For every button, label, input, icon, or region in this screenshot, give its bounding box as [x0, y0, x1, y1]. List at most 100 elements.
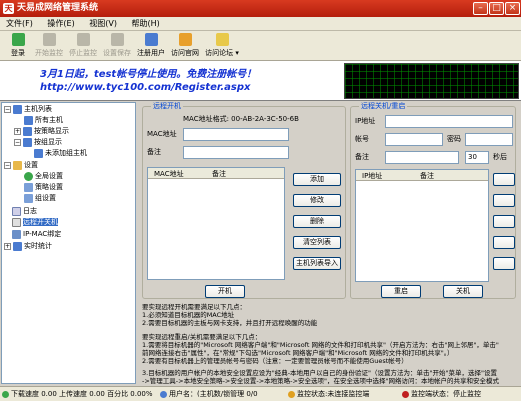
monitor-run-status: 监控端状态：停止监控: [402, 389, 481, 399]
status-bar: 下载速度 0.00 上传速度 0.00 百分比 0.00% 用户名：(主机数/锁…: [0, 386, 521, 401]
account-label: 帐号: [355, 135, 369, 143]
shutdown-note-label: 备注: [355, 153, 369, 161]
power-icon: [12, 217, 21, 227]
tree-item-by-group[interactable]: − 按组显示: [14, 137, 62, 147]
tree-item-all-hosts[interactable]: 所有主机: [24, 115, 63, 125]
stop-status-icon: [402, 390, 409, 398]
computer-icon: [23, 126, 32, 136]
toolbar: 登录 开始监控 停止监控 设置保存 注册用户 访问官网 访问论坛 ▾: [0, 31, 521, 61]
stop-monitor-button[interactable]: 停止监控: [68, 33, 98, 59]
menu-file[interactable]: 文件(F): [0, 17, 39, 31]
col-ip[interactable]: IP地址: [362, 171, 382, 181]
tree-item-host-list[interactable]: − 主机列表: [4, 104, 52, 114]
banner-link[interactable]: http://www.tyc100.com/Register.aspx: [40, 82, 250, 93]
official-site-button[interactable]: 访问官网: [170, 33, 200, 59]
start-monitor-button[interactable]: 开始监控: [34, 33, 64, 59]
shutdown-add-button[interactable]: [493, 173, 515, 186]
col-shutdown-note[interactable]: 备注: [420, 171, 434, 181]
info-text-7: 2.需要有目标机器上的管理员帐号与密码（注意：一定要管理员帐号而不能使用Gues…: [142, 357, 408, 365]
play-icon: [42, 33, 56, 46]
remote-power-panel: 远程开机 MAC地址格式: 00-AB-2A-3C-50-6B MAC地址 备注…: [138, 101, 519, 385]
menu-help[interactable]: 帮助(H): [126, 17, 166, 31]
menu-bar: 文件(F) 操作(E) 视图(V) 帮助(H): [0, 17, 521, 31]
remote-shutdown-group: 远程关机/重启 IP地址 帐号 密码 备注 30 秒后 IP地址 备注 重启 关…: [350, 101, 516, 299]
edit-button[interactable]: 修改: [293, 194, 341, 207]
collapse-icon: −: [4, 161, 11, 169]
mac-list[interactable]: MAC地址 备注: [147, 167, 285, 280]
window-title-bar: 天 天易成网络管理系统: [0, 0, 521, 17]
network-icon: [12, 229, 21, 239]
traffic-status: 下载速度 0.00 上传速度 0.00 百分比 0.00%: [2, 389, 153, 399]
dropdown-arrow-icon: ▾: [233, 49, 239, 57]
mac-format-hint: MAC地址格式: 00-AB-2A-3C-50-6B: [183, 115, 299, 123]
group-icon: [24, 193, 33, 203]
computer-icon: [24, 115, 33, 125]
tree-item-ip-mac[interactable]: IP-MAC绑定: [12, 229, 61, 239]
shutdown-delete-button[interactable]: [493, 215, 515, 228]
log-icon: [12, 206, 21, 216]
import-hosts-button[interactable]: 主机列表导入: [293, 257, 341, 270]
app-icon: 天: [3, 3, 14, 14]
shutdown-import-button[interactable]: [493, 257, 515, 270]
info-text-2: 1.必须知道目标机器的MAC地址: [142, 311, 235, 319]
account-input[interactable]: [385, 133, 443, 146]
expand-icon: +: [14, 127, 21, 135]
menu-operate[interactable]: 操作(E): [41, 17, 80, 31]
computer-icon: [23, 137, 32, 147]
expand-icon: +: [4, 242, 11, 250]
boot-note-input[interactable]: [183, 146, 289, 159]
warning-icon: [288, 390, 295, 398]
ip-input[interactable]: [385, 115, 513, 128]
register-button[interactable]: 注册用户: [136, 33, 166, 59]
clear-list-button[interactable]: 清空列表: [293, 236, 341, 249]
chart-icon: [13, 241, 22, 251]
traffic-monitor-graph: [344, 63, 519, 99]
tree-item-policy-settings[interactable]: 策略设置: [24, 182, 63, 192]
shutdown-edit-button[interactable]: [493, 194, 515, 207]
shutdown-note-input[interactable]: [385, 151, 459, 164]
network-status-icon: [2, 390, 9, 398]
login-icon: [11, 33, 25, 46]
tree-item-remote-power[interactable]: 远程开关机: [12, 217, 58, 227]
user-status-icon: [160, 390, 167, 398]
banner-notice: 3月1日起，test帐号停止使用。免费注册帐号！: [40, 69, 257, 80]
info-text-8: 3.目标机器的用户帐户的本地安全设置应设为"经典-本地用户以自己的身份验证"（设…: [142, 369, 497, 377]
maximize-button[interactable]: □: [489, 2, 504, 15]
save-icon: [110, 33, 124, 46]
col-mac[interactable]: MAC地址: [154, 169, 184, 179]
tree-item-by-policy[interactable]: + 按策略显示: [14, 126, 69, 136]
add-button[interactable]: 添加: [293, 173, 341, 186]
tree-item-settings[interactable]: − 设置: [4, 160, 38, 170]
save-settings-button[interactable]: 设置保存: [102, 33, 132, 59]
tree-item-realtime[interactable]: + 实时统计: [4, 241, 52, 251]
minimize-button[interactable]: –: [473, 2, 488, 15]
shutdown-button[interactable]: 关机: [443, 285, 483, 298]
policy-icon: [24, 182, 33, 192]
menu-view[interactable]: 视图(V): [83, 17, 123, 31]
close-button[interactable]: ×: [505, 2, 520, 15]
home-icon: [178, 33, 192, 46]
delete-button[interactable]: 删除: [293, 215, 341, 228]
collapse-icon: −: [14, 138, 21, 146]
password-input[interactable]: [465, 133, 513, 146]
tree-item-log[interactable]: 日志: [12, 206, 37, 216]
info-text-5: 1.需要将目标机器的"Microsoft 网络客户端"和"Microsoft 网…: [142, 341, 499, 349]
collapse-icon: −: [4, 105, 11, 113]
restart-button[interactable]: 重启: [381, 285, 421, 298]
login-button[interactable]: 登录: [8, 33, 28, 59]
ip-list[interactable]: IP地址 备注: [355, 169, 489, 282]
power-on-button[interactable]: 开机: [205, 285, 245, 298]
seconds-label: 秒后: [493, 153, 507, 161]
tree-item-unassigned[interactable]: 未添加组主机: [34, 148, 87, 158]
col-note[interactable]: 备注: [212, 169, 226, 179]
tree-item-group-settings[interactable]: 组设置: [24, 193, 56, 203]
navigation-tree: − 主机列表 所有主机 + 按策略显示 − 按组显示 未添加组主机 − 设置 全局设置 …: [1, 102, 136, 384]
info-text-9: ->管理工具->本地安全策略->安全设置->本地策略->安全选项"，在安全选项中…: [142, 377, 499, 385]
delay-input[interactable]: 30: [465, 151, 489, 164]
forum-button[interactable]: 访问论坛 ▾: [205, 33, 239, 59]
info-text-1: 要实现远程开机需要满足以下几点：: [142, 303, 246, 311]
mac-input[interactable]: [183, 128, 289, 141]
tree-item-global-settings[interactable]: 全局设置: [24, 171, 63, 181]
shutdown-clear-button[interactable]: [493, 236, 515, 249]
mac-label: MAC地址: [147, 130, 177, 138]
